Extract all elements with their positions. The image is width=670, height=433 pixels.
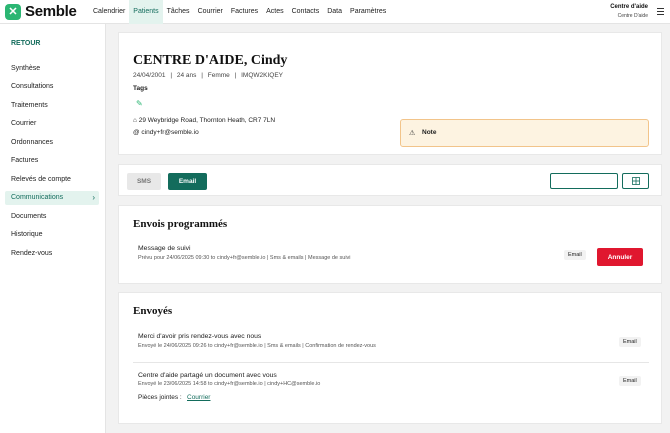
sidebar-item-label: Courrier (11, 120, 37, 127)
sidebar-item-historique[interactable]: Historique (5, 228, 99, 242)
nav-patients[interactable]: Patients (129, 0, 163, 24)
patient-id: IMQW2KIQEY (241, 72, 283, 79)
sidebar-item-label: Historique (11, 231, 43, 238)
tags-label: Tags (133, 85, 148, 92)
grid-view-button[interactable] (622, 173, 649, 189)
sent-item-title: Merci d'avoir pris rendez-vous avec nous (138, 333, 262, 340)
sidebar-item-label: Consultations (11, 83, 54, 90)
attachments-label: Pièces jointes : (138, 394, 182, 401)
account-switcher[interactable]: Centre d'aide Centre D'aide (610, 4, 648, 19)
patient-name: CENTRE D'AIDE, Cindy (133, 53, 288, 68)
sidebar-item-documents[interactable]: Documents (5, 210, 99, 224)
note-box[interactable]: ⚠ Note (400, 119, 649, 147)
sidebar-item-factures[interactable]: Factures (5, 154, 99, 168)
patient-meta: 24/04/2001 | 24 ans | Femme | IMQW2KIQEY (133, 72, 283, 79)
main-nav: Calendrier Patients Tâches Courrier Fact… (89, 0, 390, 24)
row-divider (133, 362, 649, 363)
email-tab-button[interactable]: Email (168, 173, 207, 190)
semble-logo-icon: ✕ (5, 3, 21, 20)
patient-age: 24 ans (176, 72, 197, 79)
sidebar-item-consultations[interactable]: Consultations (5, 80, 99, 94)
sent-card: Envoyés Merci d'avoir pris rendez-vous a… (118, 292, 662, 424)
sidebar-item-label: Ordonnances (11, 139, 54, 146)
sidebar-item-label: Communications (11, 194, 64, 201)
home-icon: ⌂ (133, 117, 137, 124)
sidebar-item-synthese[interactable]: Synthèse (5, 62, 99, 76)
patient-header-card: CENTRE D'AIDE, Cindy 24/04/2001 | 24 ans… (118, 32, 662, 155)
note-label: Note (422, 129, 437, 136)
patient-email: @ cindy+fr@semble.io (133, 129, 199, 136)
sent-title: Envoyés (133, 305, 173, 317)
nav-data[interactable]: Data (323, 0, 346, 24)
sidebar-item-label: Factures (11, 157, 39, 164)
nav-factures[interactable]: Factures (227, 0, 262, 24)
nav-contacts[interactable]: Contacts (288, 0, 324, 24)
sidebar-item-courrier[interactable]: Courrier (5, 117, 99, 131)
patient-address: ⌂ 29 Weybridge Road, Thornton Heath, CR7… (133, 117, 276, 124)
nav-courrier[interactable]: Courrier (194, 0, 227, 24)
brand-logo[interactable]: ✕ Semble (5, 3, 87, 20)
channel-badge: Email (619, 376, 641, 386)
communications-toolbar: SMS Email (118, 164, 662, 196)
channel-badge: Email (619, 337, 641, 347)
sidebar-item-label: Synthèse (11, 65, 41, 72)
sidebar-item-traitements[interactable]: Traitements (5, 99, 99, 113)
sidebar-item-label: Rendez-vous (11, 250, 53, 257)
warning-icon: ⚠ (409, 130, 416, 137)
sidebar-item-label: Traitements (11, 102, 48, 109)
sidebar-item-ordonnances[interactable]: Ordonnances (5, 136, 99, 150)
nav-actes[interactable]: Actes (262, 0, 288, 24)
account-name: Centre d'aide (610, 4, 648, 10)
scheduled-title: Envois programmés (133, 218, 228, 230)
nav-taches[interactable]: Tâches (163, 0, 194, 24)
patient-sex: Femme (207, 72, 230, 79)
sent-item-title: Centre d'aide partagé un document avec v… (138, 372, 277, 379)
at-icon: @ (133, 129, 140, 136)
patient-sidebar: RETOUR Synthèse Consultations Traitement… (0, 24, 106, 433)
cancel-button[interactable]: Annuler (597, 248, 643, 266)
grid-icon (631, 177, 640, 185)
sent-item-details: Envoyé le 23/06/2025 14:58 to cindy+fr@s… (138, 381, 321, 387)
sms-tab-button[interactable]: SMS (127, 173, 161, 190)
hamburger-menu-icon[interactable] (657, 8, 664, 17)
sidebar-item-label: Relevés de compte (11, 176, 71, 183)
attachment-link[interactable]: Courrier (187, 394, 210, 401)
scheduled-item-title: Message de suivi (138, 245, 191, 252)
top-navigation-bar: ✕ Semble Calendrier Patients Tâches Cour… (0, 0, 670, 24)
search-input[interactable] (550, 173, 618, 189)
sent-item-details: Envoyé le 24/06/2025 09:26 to cindy+fr@s… (138, 343, 376, 349)
pencil-icon[interactable]: ✎ (136, 99, 143, 108)
back-link[interactable]: RETOUR (11, 40, 40, 47)
scheduled-sends-card: Envois programmés Message de suivi Prévu… (118, 205, 662, 284)
brand-name: Semble (25, 3, 77, 20)
scheduled-item-details: Prévu pour 24/06/2025 09:30 to cindy+fr@… (138, 255, 351, 261)
account-org: Centre D'aide (617, 13, 648, 19)
sidebar-item-label: Documents (11, 213, 47, 220)
sidebar-item-communications[interactable]: Communications › (5, 191, 99, 205)
patient-dob: 24/04/2001 (133, 72, 166, 79)
sidebar-item-rendez-vous[interactable]: Rendez-vous (5, 247, 99, 261)
nav-parametres[interactable]: Paramètres (346, 0, 390, 24)
chevron-right-icon: › (92, 193, 95, 202)
channel-badge: Email (564, 250, 586, 260)
sidebar-item-releves[interactable]: Relevés de compte (5, 173, 99, 187)
nav-calendrier[interactable]: Calendrier (89, 0, 129, 24)
